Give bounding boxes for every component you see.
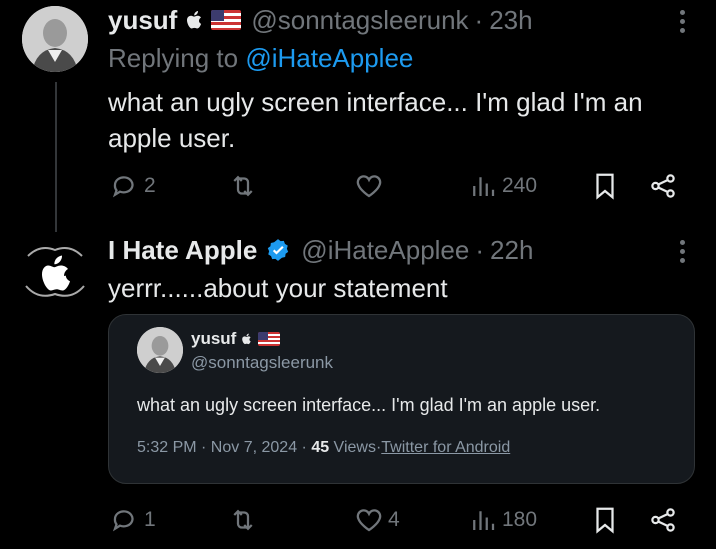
reply-button[interactable]: 1 — [110, 505, 156, 535]
bookmark-icon — [596, 507, 614, 534]
like-count: 4 — [388, 508, 400, 531]
replying-prefix: Replying to — [108, 43, 239, 73]
like-button[interactable] — [354, 171, 384, 201]
post-header: I Hate Apple @iHateApplee · 22h — [108, 230, 716, 270]
repost-button[interactable] — [228, 505, 258, 535]
quoted-display-name[interactable]: yusuf — [191, 329, 281, 349]
quoted-handle[interactable]: @sonntagsleerunk — [191, 353, 333, 373]
quoted-post-card[interactable]: yusuf @sonntagsleerunk what an ugly scre… — [108, 314, 695, 484]
views-count: 240 — [502, 174, 538, 197]
reply-post[interactable]: yusuf @sonntagsleerunk · 23h Replying to… — [108, 0, 716, 156]
reply-button[interactable]: 2 — [110, 171, 156, 201]
repost-icon — [233, 175, 253, 197]
quote-post[interactable]: I Hate Apple @iHateApplee · 22h yerrr...… — [108, 230, 716, 306]
verified-badge-icon[interactable] — [265, 237, 291, 263]
quoted-timestamp[interactable]: 5:32 PM · Nov 7, 2024 · — [137, 439, 311, 456]
heart-icon — [356, 175, 382, 198]
quoted-text: what an ugly screen interface... I'm gla… — [137, 395, 601, 415]
bookmark-button[interactable] — [590, 505, 620, 535]
views-bar-icon — [473, 177, 495, 196]
share-button[interactable] — [648, 171, 678, 201]
views-bar-icon — [473, 511, 495, 530]
post-text: what an ugly screen interface... I'm gla… — [108, 87, 643, 153]
avatar[interactable] — [22, 6, 88, 72]
thread-connector-line — [55, 82, 57, 232]
user-badges — [265, 237, 291, 263]
display-name[interactable]: yusuf — [108, 5, 177, 36]
post-text: yerrr......about your statement — [108, 273, 448, 303]
separator: · — [475, 234, 485, 265]
us-flag-icon — [258, 332, 281, 346]
replying-to: Replying to @iHateApplee — [108, 40, 716, 76]
views-count: 180 — [502, 508, 538, 531]
share-button[interactable] — [648, 505, 678, 535]
quoted-views-label: Views· — [329, 439, 382, 456]
replying-mention-link[interactable]: @iHateApplee — [245, 43, 413, 73]
bookmark-icon — [596, 173, 614, 200]
user-badges — [185, 9, 242, 31]
repost-button[interactable] — [228, 171, 258, 201]
share-icon — [651, 508, 675, 532]
more-options-icon[interactable] — [680, 10, 686, 33]
apple-skull-avatar-image — [20, 236, 90, 306]
views-button[interactable]: 240 — [468, 171, 537, 201]
heart-icon — [356, 509, 382, 532]
user-handle[interactable]: @iHateApplee — [301, 235, 469, 266]
reply-count: 2 — [144, 174, 156, 197]
portrait-avatar-image — [22, 6, 88, 72]
action-bar: 1 4 180 — [108, 500, 688, 540]
quoted-meta: 5:32 PM · Nov 7, 2024 · 45 Views·Twitter… — [137, 439, 510, 457]
avatar[interactable] — [137, 327, 183, 373]
reply-count: 1 — [144, 508, 156, 531]
share-icon — [651, 174, 675, 198]
quoted-name-text: yusuf — [191, 329, 237, 348]
avatar[interactable] — [20, 236, 90, 306]
apple-logo-icon — [187, 11, 202, 29]
quoted-source-link[interactable]: Twitter for Android — [381, 439, 510, 456]
display-name[interactable]: I Hate Apple — [108, 235, 257, 266]
like-button[interactable]: 4 — [354, 505, 400, 535]
action-bar: 2 240 — [108, 166, 688, 206]
post-header: yusuf @sonntagsleerunk · 23h — [108, 0, 716, 40]
views-button[interactable]: 180 — [468, 505, 537, 535]
apple-logo-icon — [242, 333, 252, 345]
post-time[interactable]: 22h — [490, 235, 533, 266]
quoted-views-count: 45 — [311, 439, 330, 456]
us-flag-icon — [211, 10, 242, 30]
more-options-icon[interactable] — [680, 240, 686, 263]
reply-bubble-icon — [112, 176, 134, 198]
user-handle[interactable]: @sonntagsleerunk — [251, 5, 468, 36]
separator: · — [474, 4, 484, 35]
repost-icon — [233, 509, 253, 531]
reply-bubble-icon — [112, 510, 134, 532]
bookmark-button[interactable] — [590, 171, 620, 201]
post-time[interactable]: 23h — [489, 5, 532, 36]
portrait-avatar-image — [137, 327, 183, 373]
